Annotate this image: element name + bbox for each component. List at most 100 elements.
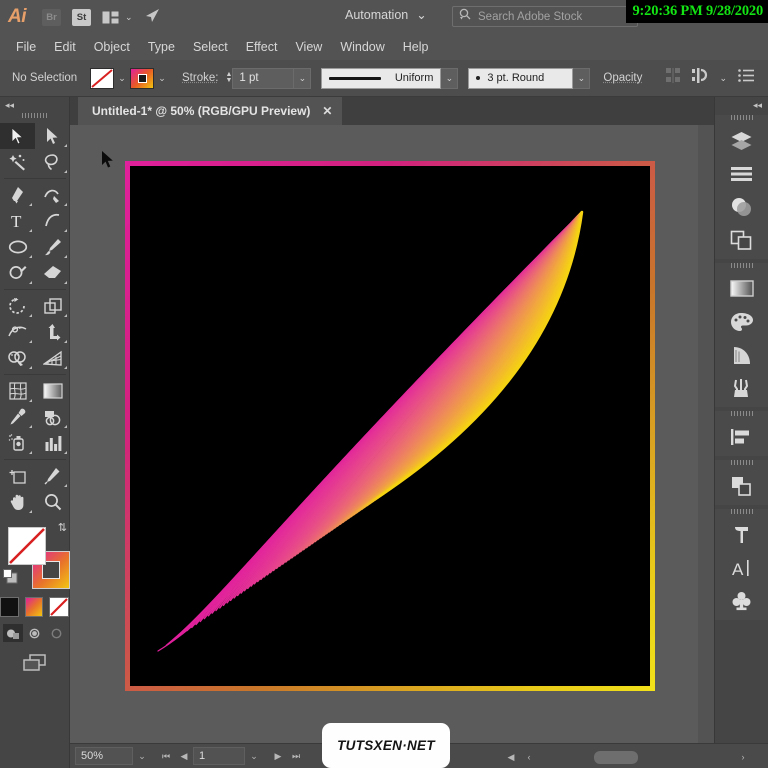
first-page-icon[interactable]: ⏮ <box>157 747 175 765</box>
panel-drag-grip[interactable] <box>730 411 753 416</box>
transform-icon[interactable] <box>692 68 708 88</box>
menu-item-window[interactable]: Window <box>331 34 393 60</box>
next-page-icon[interactable]: ▶ <box>269 747 287 765</box>
brush-definition-field[interactable]: 3 pt. Round <box>468 67 574 89</box>
selection-tool[interactable] <box>0 123 35 149</box>
free-transform-tool[interactable] <box>35 319 70 345</box>
hand-tool[interactable] <box>0 489 35 515</box>
slice-tool[interactable] <box>35 463 70 489</box>
transparency-icon[interactable] <box>715 190 768 223</box>
artboard-tool[interactable] <box>0 463 35 489</box>
default-fill-stroke-icon[interactable] <box>3 569 18 589</box>
libraries-icon[interactable] <box>715 157 768 190</box>
shaper-tool[interactable] <box>0 260 35 286</box>
layers-icon[interactable] <box>715 124 768 157</box>
change-screen-mode-icon[interactable] <box>0 654 69 672</box>
symbols-icon[interactable] <box>715 584 768 617</box>
menu-item-edit[interactable]: Edit <box>45 34 85 60</box>
brush-chevron-down-icon[interactable]: ⌄ <box>573 67 591 89</box>
draw-normal-icon[interactable] <box>2 624 23 642</box>
menu-item-view[interactable]: View <box>286 34 331 60</box>
menu-item-type[interactable]: Type <box>139 34 184 60</box>
line-segment-tool[interactable] <box>35 208 70 234</box>
workspace-switcher-icon[interactable] <box>102 11 119 24</box>
color-icon[interactable] <box>715 305 768 338</box>
workspace-chevron-down-icon[interactable]: ⌄ <box>125 12 133 23</box>
zoom-tool[interactable] <box>35 489 70 515</box>
stock-search-field[interactable]: Search Adobe Stock <box>452 6 638 27</box>
scroll-left-arrow-icon[interactable]: ‹ <box>520 748 538 766</box>
tools-collapse-icon[interactable]: ◂◂ <box>0 97 69 111</box>
ellipse-tool[interactable] <box>0 234 35 260</box>
prev-page-icon[interactable]: ◀ <box>175 747 193 765</box>
scroll-left-icon[interactable]: ◀ <box>502 748 520 766</box>
gradient-swatch-button[interactable] <box>24 597 43 617</box>
panel-drag-grip[interactable] <box>730 460 753 465</box>
menu-item-select[interactable]: Select <box>184 34 237 60</box>
transform-chevron-down-icon[interactable]: ⌄ <box>719 73 727 84</box>
panel-drag-grip[interactable] <box>730 509 753 514</box>
horizontal-scroll-thumb[interactable] <box>594 750 638 764</box>
scale-tool[interactable] <box>35 293 70 319</box>
column-graph-tool[interactable] <box>35 430 70 456</box>
stroke-chevron-down-icon[interactable]: ⌄ <box>154 68 170 89</box>
panel-drag-grip[interactable] <box>730 263 753 268</box>
page-number-field[interactable]: 1 <box>193 747 245 765</box>
eyedropper-tool[interactable] <box>0 404 35 430</box>
horizontal-scrollbar[interactable]: ◀ ‹ › <box>502 748 752 766</box>
zoom-chevron-down-icon[interactable]: ⌄ <box>133 747 151 765</box>
opacity-label[interactable]: Opacity <box>603 72 642 84</box>
mesh-tool[interactable] <box>0 378 35 404</box>
shape-builder-tool[interactable] <box>0 345 35 371</box>
document-tab[interactable]: Untitled-1* @ 50% (RGB/GPU Preview) ✕ <box>78 97 343 125</box>
menu-item-object[interactable]: Object <box>85 34 139 60</box>
menu-item-file[interactable]: File <box>7 34 45 60</box>
paintbrush-tool[interactable] <box>35 234 70 260</box>
menu-item-effect[interactable]: Effect <box>237 34 287 60</box>
eraser-tool[interactable] <box>35 260 70 286</box>
stroke-label[interactable]: Stroke: <box>182 72 218 84</box>
perspective-grid-tool[interactable] <box>35 345 70 371</box>
profile-chevron-down-icon[interactable]: ⌄ <box>441 67 459 89</box>
last-page-icon[interactable]: ⏭ <box>287 747 305 765</box>
document-setup-icon[interactable] <box>738 69 754 87</box>
color-guide-icon[interactable] <box>715 338 768 371</box>
gradient-icon[interactable] <box>715 272 768 305</box>
tools-drag-grip[interactable] <box>21 113 48 118</box>
fill-color-swatch[interactable] <box>90 67 114 89</box>
direct-selection-tool[interactable] <box>35 123 70 149</box>
page-chevron-down-icon[interactable]: ⌄ <box>245 747 263 765</box>
artboard[interactable] <box>125 161 655 691</box>
magic-wand-tool[interactable] <box>0 149 35 175</box>
symbol-sprayer-tool[interactable] <box>0 430 35 456</box>
discover-icon[interactable] <box>144 8 161 27</box>
align-panel-icon[interactable] <box>715 420 768 453</box>
transform-panel-icon[interactable] <box>715 469 768 502</box>
stroke-profile-field[interactable]: Uniform <box>321 67 442 89</box>
stock-icon[interactable]: St <box>72 8 91 26</box>
gradient-tool[interactable] <box>35 378 70 404</box>
fill-swatch-large[interactable] <box>8 527 46 565</box>
pen-tool[interactable] <box>0 182 35 208</box>
swap-fill-stroke-icon[interactable]: ⇅ <box>58 521 67 534</box>
canvas-area[interactable] <box>70 125 698 743</box>
type-tool[interactable]: T <box>0 208 35 234</box>
stroke-weight-field[interactable]: 1 pt <box>232 67 295 89</box>
stroke-weight-stepper[interactable]: ▲ ▼ <box>225 71 232 84</box>
rotate-tool[interactable] <box>0 293 35 319</box>
panel-drag-grip[interactable] <box>730 115 753 120</box>
color-swatch-button[interactable] <box>0 597 19 617</box>
stroke-color-swatch[interactable] <box>130 67 154 89</box>
paragraph-icon[interactable] <box>715 518 768 551</box>
pathfinder-icon[interactable] <box>715 223 768 256</box>
scroll-right-icon[interactable]: › <box>734 748 752 766</box>
automation-menu[interactable]: Automation ⌄ <box>345 7 427 23</box>
draw-inside-icon[interactable] <box>47 624 67 642</box>
stroke-weight-chevron-down-icon[interactable]: ⌄ <box>294 67 312 89</box>
lasso-tool[interactable] <box>35 149 70 175</box>
curvature-tool[interactable] <box>35 182 70 208</box>
bridge-icon[interactable]: Br <box>42 8 61 26</box>
close-icon[interactable]: ✕ <box>322 104 332 118</box>
align-icon[interactable] <box>666 68 681 88</box>
menu-item-help[interactable]: Help <box>394 34 438 60</box>
